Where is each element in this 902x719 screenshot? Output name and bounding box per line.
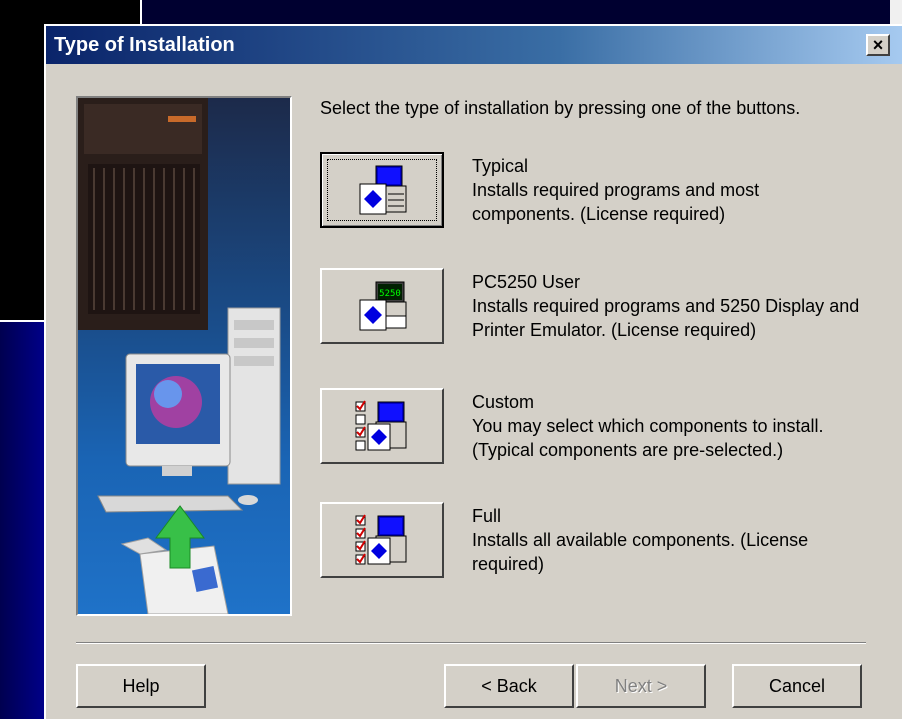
hardware-illustration-image (78, 98, 281, 614)
typical-install-button[interactable] (320, 152, 444, 228)
close-button[interactable]: × (866, 34, 890, 56)
full-install-icon (355, 514, 407, 565)
installation-dialog: Type of Installation × Select the type o… (44, 24, 902, 719)
close-icon: × (872, 35, 884, 55)
next-button[interactable]: Next > (576, 664, 706, 708)
cancel-button[interactable]: Cancel (732, 664, 862, 708)
pc5250-user-install-button[interactable]: 5250 (320, 268, 444, 344)
typical-option-description: Typical Installs required programs and m… (472, 154, 892, 226)
full-option-title: Full (472, 506, 502, 526)
installation-illustration (76, 96, 292, 616)
help-button[interactable]: Help (76, 664, 206, 708)
custom-option-description: Custom You may select which components t… (472, 390, 892, 462)
pc5250-icon-text: 5250 (379, 289, 401, 299)
full-option-description: Full Installs all available components. … (472, 504, 892, 576)
custom-option-title: Custom (472, 392, 535, 412)
typical-option-line-1: Installs required programs and most (472, 180, 760, 200)
instruction-text: Select the type of installation by press… (320, 98, 801, 118)
typical-option-line-2: components. (License required) (472, 204, 726, 224)
typical-option-title: Typical (472, 156, 529, 176)
pc5250-option-line-2: Printer Emulator. (License required) (472, 320, 757, 340)
custom-option-line-2: (Typical components are pre-selected.) (472, 440, 784, 460)
footer-separator (76, 642, 866, 644)
full-option-line-2: required) (472, 554, 545, 574)
focus-ring (327, 159, 437, 221)
title-bar: Type of Installation × (46, 26, 902, 64)
pc5250-install-icon: 5250 (359, 281, 407, 331)
pc5250-option-description: PC5250 User Installs required programs a… (472, 270, 892, 342)
custom-install-icon (355, 400, 407, 451)
pc5250-option-line-1: Installs required programs and 5250 Disp… (472, 296, 860, 316)
pc5250-option-title: PC5250 User (472, 272, 581, 292)
dialog-title: Type of Installation (54, 34, 235, 56)
custom-install-button[interactable] (320, 388, 444, 464)
full-option-line-1: Installs all available components. (Lice… (472, 530, 809, 550)
full-install-button[interactable] (320, 502, 444, 578)
back-button[interactable]: < Back (444, 664, 574, 708)
custom-option-line-1: You may select which components to insta… (472, 416, 824, 436)
